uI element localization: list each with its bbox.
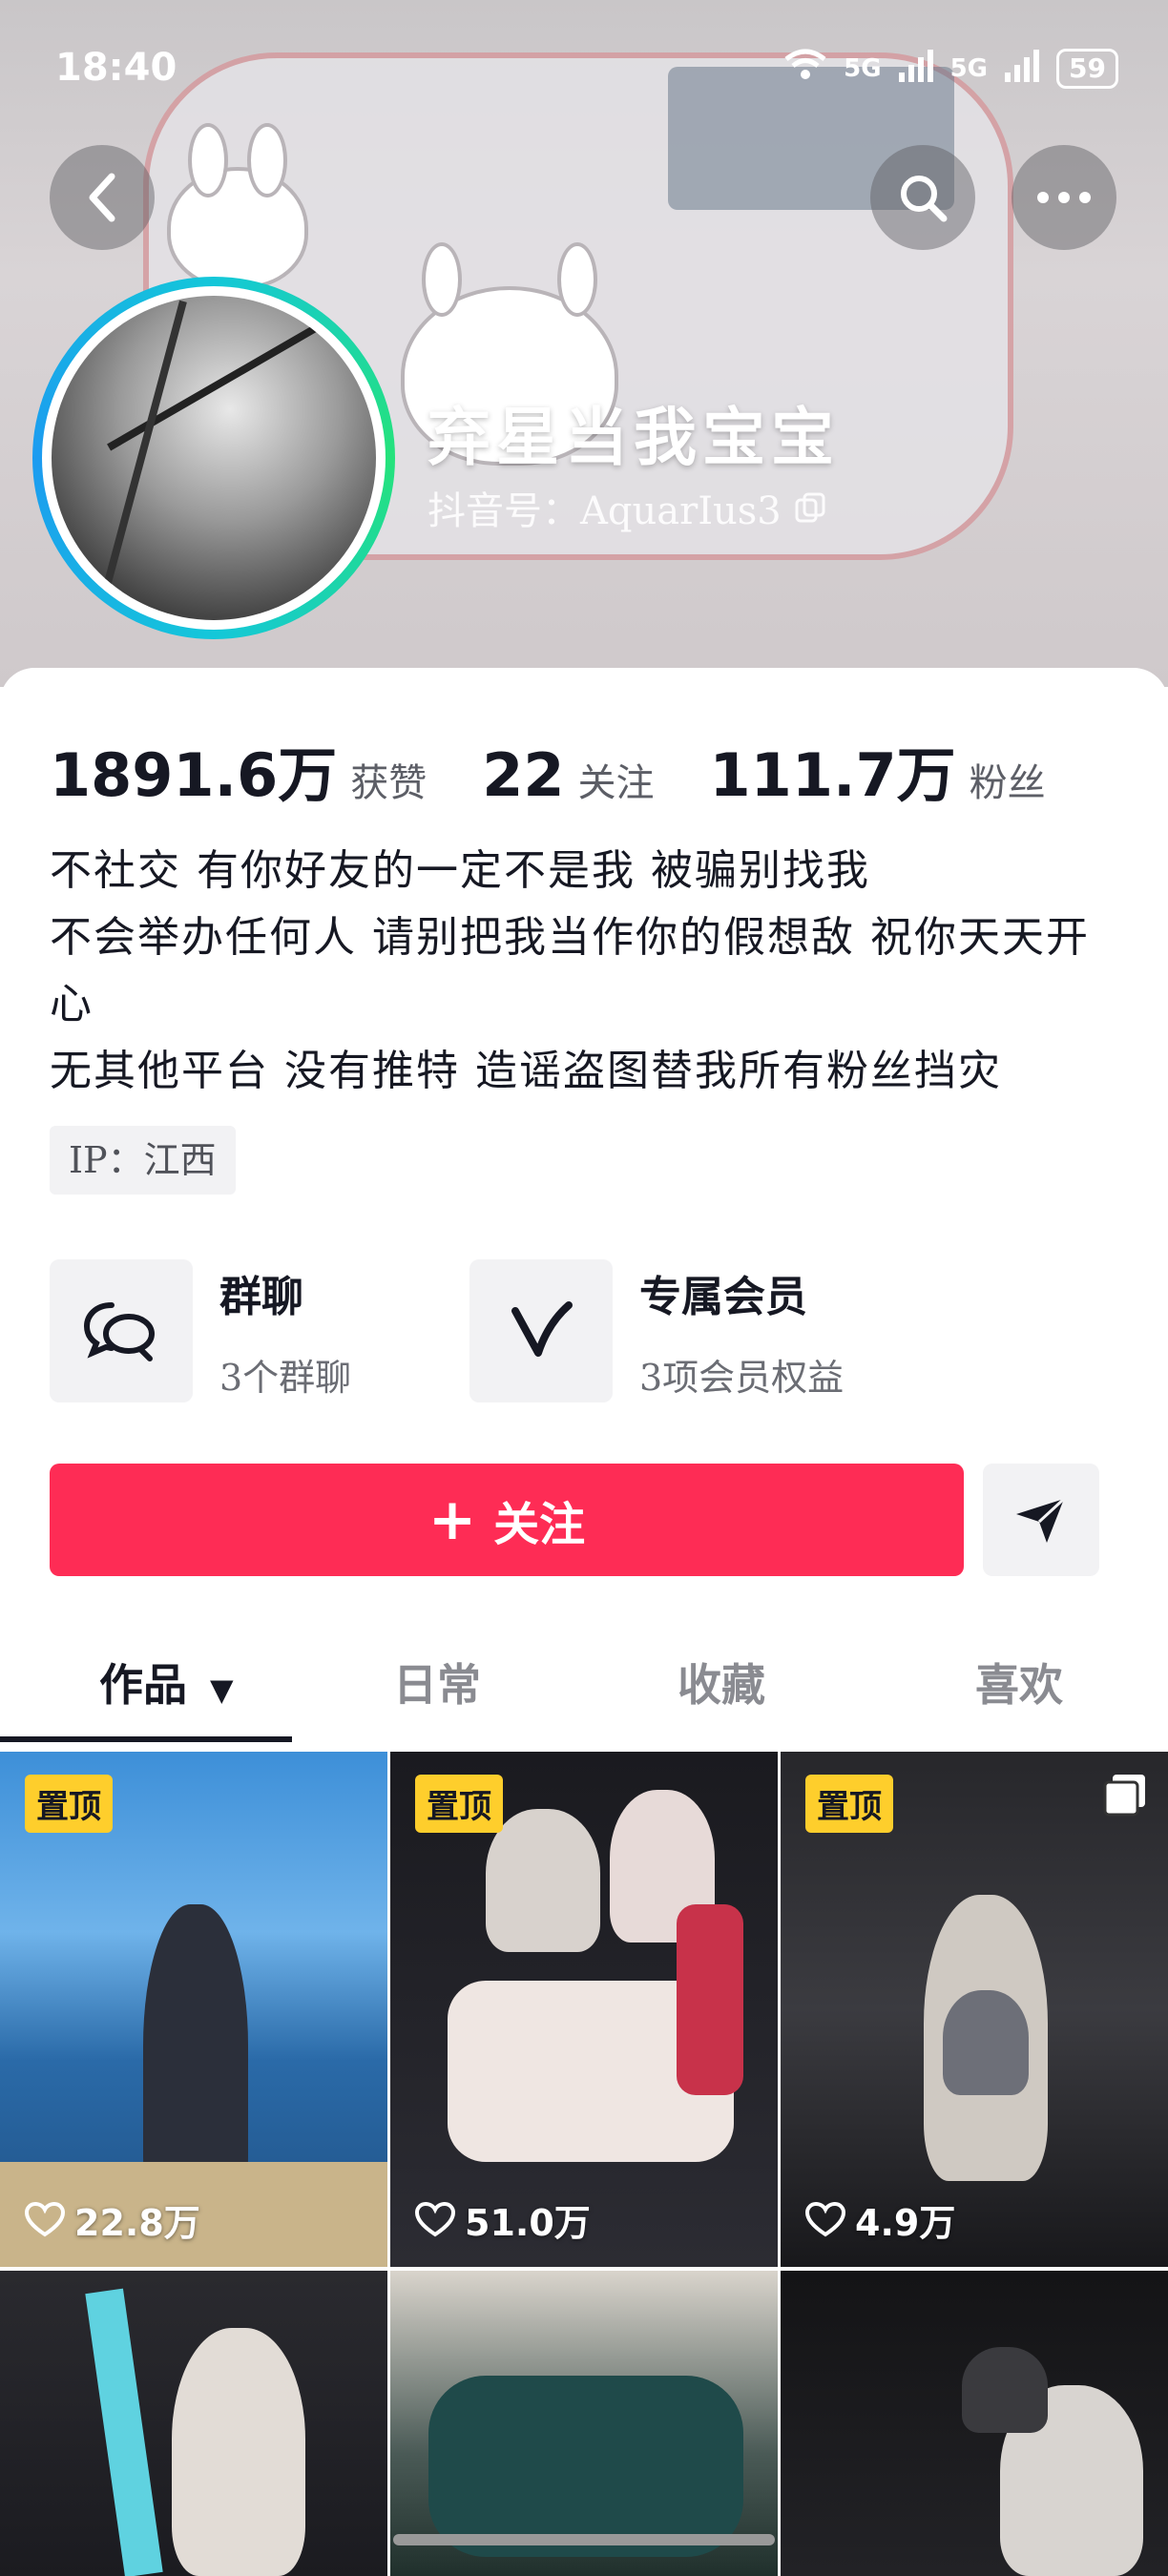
thumbnail-figure — [428, 2376, 743, 2557]
followers-count[interactable]: 111.7万 — [710, 727, 956, 813]
wifi-icon — [782, 48, 828, 89]
thumbnail-figure — [486, 1809, 600, 1952]
likes-count[interactable]: 1891.6万 — [50, 727, 337, 813]
avatar[interactable] — [32, 277, 395, 639]
send-message-button[interactable] — [983, 1464, 1099, 1576]
copy-icon[interactable] — [793, 490, 827, 525]
v-icon — [511, 1301, 573, 1357]
following-count[interactable]: 22 — [482, 740, 564, 810]
avatar-image — [52, 296, 376, 620]
ip-location-tag: IP：江西 — [50, 1126, 236, 1195]
membership-subtitle: 3项会员权益 — [639, 1356, 845, 1399]
bio-line: 不社交 有你好友的一定不是我 被骗别找我 — [50, 846, 870, 895]
signal-5g-label: 5G — [844, 53, 882, 83]
video-likes: 4.9万 — [805, 2193, 955, 2246]
thumbnail-figure — [962, 2347, 1048, 2433]
following-label: 关注 — [577, 761, 655, 805]
thumbnail-figure — [677, 1904, 743, 2095]
video-likes-count: 51.0万 — [465, 2202, 591, 2244]
more-dots-icon — [1037, 192, 1091, 203]
battery-indicator: 59 — [1056, 48, 1118, 89]
chevron-left-icon — [89, 173, 115, 222]
likes-label: 获赞 — [350, 761, 428, 805]
tab-works-label: 作品 — [99, 1659, 187, 1711]
heart-outline-icon — [415, 2201, 455, 2236]
thumbnail-figure — [943, 1990, 1029, 2095]
search-icon — [901, 176, 948, 222]
plus-icon: + — [428, 1486, 477, 1553]
douyin-id[interactable]: 抖音号：AquarIus3 — [428, 480, 827, 535]
video-likes-count: 22.8万 — [74, 2202, 200, 2244]
home-indicator[interactable] — [393, 2534, 775, 2545]
tab-works[interactable]: 作品 ▼ — [99, 1651, 234, 1714]
follow-button[interactable]: + 关注 — [50, 1464, 964, 1576]
tab-liked[interactable]: 喜欢 — [975, 1651, 1063, 1714]
bio-line: 不会举办任何人 请别把我当作你的假想敌 祝你天天开心 — [50, 913, 1090, 1028]
bunny-decoration — [167, 123, 308, 289]
group-chat-title: 群聊 — [219, 1272, 303, 1321]
status-time: 18:40 — [55, 46, 177, 90]
profile-nickname: 弃星当我宝宝 — [428, 400, 840, 474]
status-bar: 18:40 5G 5G 59 — [0, 0, 1168, 134]
profile-bio: 不社交 有你好友的一定不是我 被骗别找我 不会举办任何人 请别把我当作你的假想敌… — [50, 838, 1128, 1105]
profile-header-background: 18:40 5G 5G 59 弃星当我宝宝 抖音号：AquarIus3 — [0, 0, 1168, 687]
signal-5g-label: 5G — [949, 53, 989, 83]
group-chat-subtitle: 3个群聊 — [219, 1356, 352, 1399]
content-tabs: 作品 ▼ 日常 收藏 喜欢 — [0, 1612, 1168, 1750]
video-thumbnail[interactable] — [781, 2271, 1168, 2576]
paper-plane-icon — [1016, 1497, 1066, 1543]
back-button[interactable] — [50, 145, 155, 250]
bio-line: 无其他平台 没有推特 造谣盗图替我所有粉丝挡灾 — [50, 1047, 1002, 1095]
multi-image-icon — [1103, 1773, 1147, 1820]
pinned-badge: 置顶 — [805, 1775, 893, 1833]
caret-down-icon: ▼ — [210, 1672, 234, 1708]
works-grid: 置顶 22.8万 置顶 51.0万 置顶 4.9万 — [0, 1752, 1168, 2576]
profile-stats: 1891.6万 获赞 22 关注 111.7万 粉丝 — [50, 727, 1101, 813]
video-thumbnail[interactable]: 置顶 51.0万 — [390, 1752, 778, 2267]
video-thumbnail[interactable] — [0, 2271, 387, 2576]
search-button[interactable] — [870, 145, 975, 250]
tab-daily[interactable]: 日常 — [393, 1651, 481, 1714]
video-likes-count: 4.9万 — [855, 2202, 956, 2244]
signal-bars-icon — [897, 48, 935, 89]
douyin-id-text: 抖音号：AquarIus3 — [428, 489, 782, 533]
video-thumbnail[interactable] — [390, 2271, 778, 2576]
pinned-badge: 置顶 — [25, 1775, 113, 1833]
followers-label: 粉丝 — [969, 761, 1046, 805]
status-icons: 5G 5G 59 — [782, 48, 1118, 89]
video-likes: 22.8万 — [25, 2193, 200, 2246]
follow-button-label: 关注 — [493, 1498, 586, 1551]
thumbnail-figure — [172, 2328, 305, 2576]
video-likes: 51.0万 — [415, 2193, 591, 2246]
heart-outline-icon — [25, 2201, 65, 2236]
tab-favorites[interactable]: 收藏 — [678, 1651, 765, 1714]
group-chat-entry[interactable]: 群聊 3个群聊 — [50, 1259, 351, 1402]
video-thumbnail[interactable]: 置顶 4.9万 — [781, 1752, 1168, 2267]
more-options-button[interactable] — [1012, 145, 1116, 250]
membership-title: 专属会员 — [639, 1272, 807, 1321]
thumbnail-figure — [85, 2288, 163, 2576]
chat-bubbles-icon — [83, 1302, 155, 1361]
heart-outline-icon — [805, 2201, 845, 2236]
pinned-badge: 置顶 — [415, 1775, 503, 1833]
exclusive-membership-entry[interactable]: 专属会员 3项会员权益 — [469, 1259, 844, 1402]
signal-bars-icon — [1003, 48, 1041, 89]
video-thumbnail[interactable]: 置顶 22.8万 — [0, 1752, 387, 2267]
tab-active-indicator — [0, 1736, 292, 1742]
